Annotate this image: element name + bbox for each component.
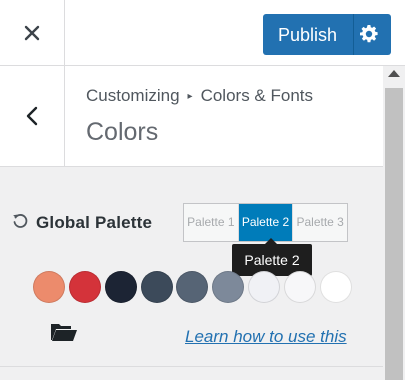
color-swatch-9[interactable] xyxy=(320,271,352,303)
close-icon xyxy=(24,25,40,40)
publish-button[interactable]: Publish xyxy=(263,14,391,55)
publish-label: Publish xyxy=(278,25,338,45)
close-button[interactable] xyxy=(0,0,65,65)
breadcrumb: Customizing ▸ Colors & Fonts xyxy=(86,86,313,106)
tab-palette-2[interactable]: Palette 2 xyxy=(237,204,293,241)
tab-palette-1[interactable]: Palette 1 xyxy=(184,204,238,241)
palette-tabs: Palette 1 Palette 2 Palette 3 xyxy=(183,203,348,242)
breadcrumb-root: Customizing xyxy=(86,86,180,105)
color-swatch-1[interactable] xyxy=(33,271,65,303)
section-header: Customizing ▸ Colors & Fonts Colors xyxy=(0,66,383,167)
color-swatch-7[interactable] xyxy=(248,271,280,303)
color-swatch-4[interactable] xyxy=(141,271,173,303)
scrollbar-thumb[interactable] xyxy=(385,88,403,380)
color-swatch-5[interactable] xyxy=(176,271,208,303)
reset-icon[interactable] xyxy=(12,213,28,229)
global-palette-label: Global Palette xyxy=(36,213,153,232)
color-swatch-3[interactable] xyxy=(105,271,137,303)
color-swatch-8[interactable] xyxy=(284,271,316,303)
folder-open-icon[interactable] xyxy=(49,320,79,344)
breadcrumb-separator: ▸ xyxy=(187,91,193,102)
gear-icon[interactable] xyxy=(359,24,379,44)
section-divider xyxy=(0,366,383,367)
breadcrumb-current: Colors & Fonts xyxy=(200,86,314,105)
color-swatch-2[interactable] xyxy=(69,271,101,303)
publish-divider xyxy=(353,14,354,55)
tab-palette-3[interactable]: Palette 3 xyxy=(292,204,347,241)
customizer-header: Publish xyxy=(0,0,405,66)
color-swatch-6[interactable] xyxy=(212,271,244,303)
learn-how-link[interactable]: Learn how to use this xyxy=(185,327,347,347)
scroll-up-arrow[interactable] xyxy=(388,70,400,77)
chevron-left-icon xyxy=(26,106,38,126)
page-title: Colors xyxy=(86,118,159,146)
back-button[interactable] xyxy=(0,66,65,166)
